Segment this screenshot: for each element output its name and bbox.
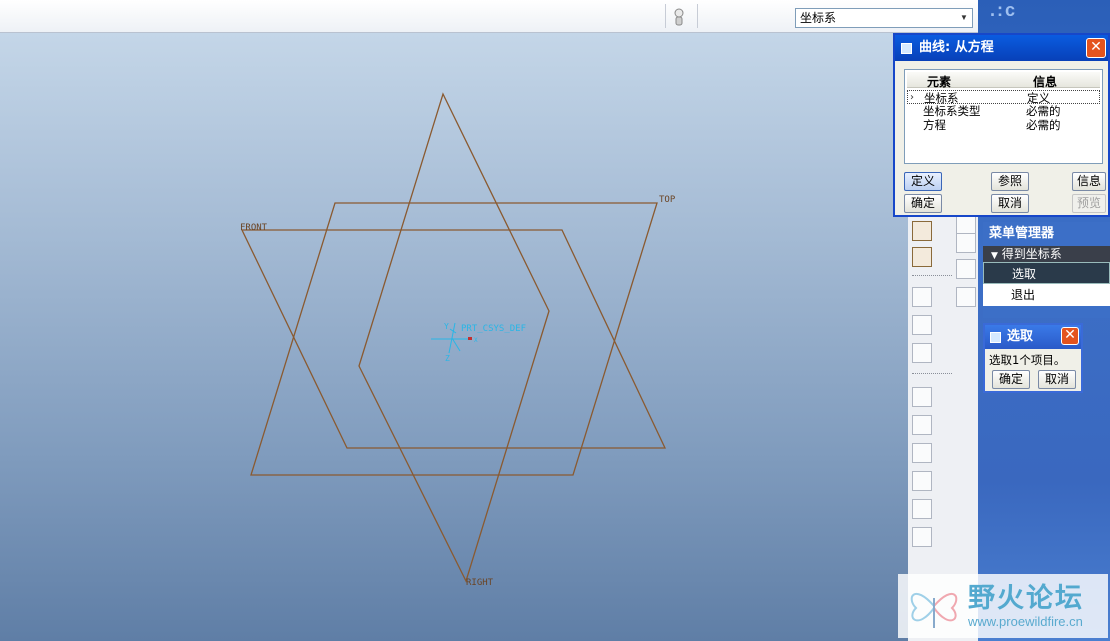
references-button[interactable]: 参照 [991, 172, 1029, 191]
csys-origin-marker [468, 337, 472, 340]
column-header-info: 信息 [1033, 75, 1058, 89]
menu-item-quit[interactable]: 退出 [983, 284, 1110, 306]
submenu-label: 得到坐标系 [1001, 247, 1062, 261]
select-cancel-button[interactable]: 取消 [1038, 370, 1076, 389]
row-info: 定义 [1027, 91, 1050, 105]
csys-name-label: PRT_CSYS_DEF [461, 324, 526, 334]
menu-item-pick[interactable]: 选取 [983, 262, 1110, 284]
top-toolbar: 坐标系 ▼ [0, 0, 980, 33]
dialog-title: 曲线: 从方程 [919, 40, 994, 55]
element-table: 元素 信息 › 坐标系 定义 坐标系类型 必需的 方程 必需的 [904, 69, 1103, 164]
table-row[interactable]: 坐标系类型 必需的 [907, 104, 1100, 118]
chamfer-icon[interactable] [912, 527, 932, 547]
row-element: 坐标系类型 [923, 104, 981, 118]
chevron-right-icon: › [910, 92, 914, 103]
csys-x-label: X [474, 337, 478, 344]
site-watermark: 野火论坛 www.proewildfire.cn [898, 574, 1108, 638]
extrude-icon[interactable] [912, 287, 932, 307]
cancel-button[interactable]: 取消 [991, 194, 1029, 213]
graphics-window[interactable]: FRONT TOP RIGHT Y X Z PRT_CSYS_DEF [0, 33, 908, 641]
toolbar-separator [912, 275, 952, 276]
smart-filter-icon[interactable] [672, 7, 686, 27]
draft-icon[interactable] [912, 471, 932, 491]
table-row[interactable]: › 坐标系 定义 [907, 90, 1100, 105]
close-icon[interactable]: ✕ [1061, 327, 1079, 345]
window-icon [901, 43, 912, 54]
datum-csys-icon[interactable] [956, 259, 976, 279]
butterfly-logo-icon [910, 592, 958, 628]
sketch-icon[interactable] [956, 233, 976, 253]
revolve-icon[interactable] [912, 315, 932, 335]
dialog-titlebar[interactable]: 曲线: 从方程 ✕ [895, 35, 1108, 61]
column-header-element: 元素 [927, 75, 952, 89]
round-icon[interactable] [912, 499, 932, 519]
select-dialog-title: 选取 [1007, 329, 1034, 344]
datum-point-icon[interactable] [956, 215, 976, 235]
chevron-down-icon[interactable]: ▼ [956, 9, 972, 27]
datum-curve-icon[interactable] [912, 247, 932, 267]
select-message: 选取1个项目。 [989, 353, 1066, 367]
rib-icon[interactable] [912, 443, 932, 463]
menu-manager-title: 菜单管理器 [989, 226, 1055, 241]
csys-y-label: Y [444, 322, 449, 331]
menu-manager: 菜单管理器 ▼ 得到坐标系 选取 退出 [983, 222, 1110, 318]
right-datum-plane[interactable] [358, 92, 550, 583]
brand-logo-fragment: .:c [990, 0, 1018, 20]
toolbar-separator [697, 4, 698, 28]
row-info: 必需的 [1026, 104, 1061, 118]
toolbar-separator [912, 373, 952, 374]
top-plane-label: TOP [659, 195, 676, 205]
right-plane-label: RIGHT [466, 578, 494, 588]
hole-icon[interactable] [912, 387, 932, 407]
menu-submenu-header[interactable]: ▼ 得到坐标系 [983, 246, 1110, 262]
model-canvas[interactable]: FRONT TOP RIGHT Y X Z PRT_CSYS_DEF [0, 33, 908, 641]
selection-filter-select[interactable]: 坐标系 ▼ [795, 8, 973, 28]
close-icon[interactable]: ✕ [1086, 38, 1106, 58]
sweep-icon[interactable] [912, 343, 932, 363]
preview-button[interactable]: 预览 [1072, 194, 1106, 213]
table-row[interactable]: 方程 必需的 [907, 118, 1100, 132]
ok-button[interactable]: 确定 [904, 194, 942, 213]
grid-icon[interactable] [956, 287, 976, 307]
watermark-url: www.proewildfire.cn [968, 614, 1083, 629]
row-element: 坐标系 [924, 91, 959, 105]
selection-filter-value: 坐标系 [800, 11, 837, 25]
csys-z-label: Z [445, 354, 450, 363]
window-icon [990, 332, 1001, 343]
shell-icon[interactable] [912, 415, 932, 435]
front-plane-label: FRONT [240, 223, 268, 233]
info-button[interactable]: 信息 [1072, 172, 1106, 191]
select-ok-button[interactable]: 确定 [992, 370, 1030, 389]
triangle-down-icon: ▼ [991, 251, 998, 261]
row-element: 方程 [923, 118, 946, 132]
define-button[interactable]: 定义 [904, 172, 942, 191]
select-dialog: 选取 ✕ 选取1个项目。 确定 取消 [983, 323, 1083, 393]
row-info: 必需的 [1026, 118, 1061, 132]
curve-from-equation-dialog: 曲线: 从方程 ✕ 元素 信息 › 坐标系 定义 坐标系类型 必需的 方程 必需… [893, 33, 1110, 217]
table-header: 元素 信息 [907, 72, 1100, 89]
select-dialog-titlebar[interactable]: 选取 ✕ [985, 325, 1081, 349]
watermark-title: 野火论坛 [968, 583, 1084, 614]
datum-axis-icon[interactable] [912, 221, 932, 241]
toolbar-separator [665, 4, 666, 28]
